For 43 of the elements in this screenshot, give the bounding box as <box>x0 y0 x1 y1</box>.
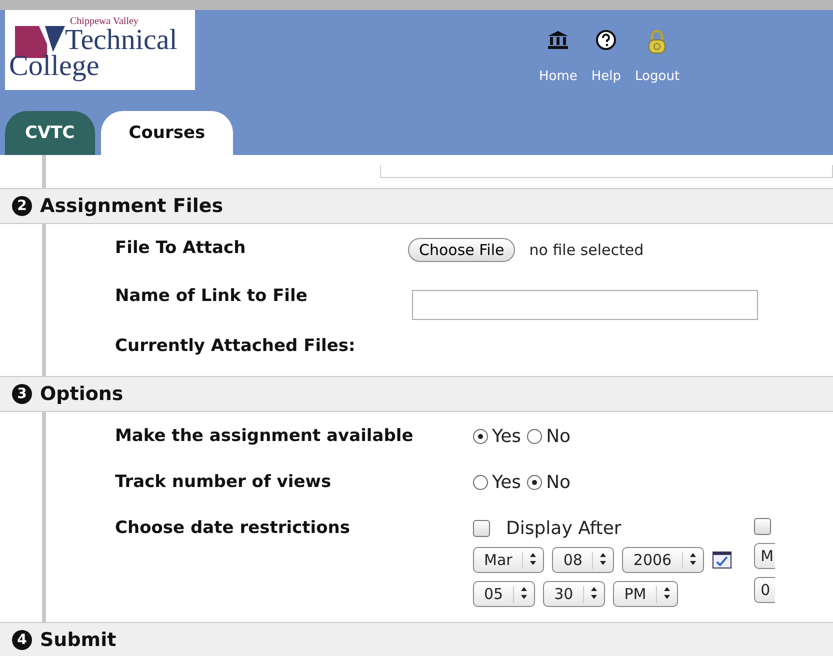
dropdown[interactable]: PM <box>613 581 678 607</box>
choose-file-button[interactable]: Choose File <box>408 238 516 262</box>
stepper-icon <box>520 586 528 600</box>
calendar-icon[interactable] <box>712 551 732 569</box>
dropdown[interactable]: 0 <box>754 577 775 603</box>
dropdown[interactable]: Mar <box>473 547 544 573</box>
step-number: 2 <box>12 196 32 216</box>
radio-option[interactable]: Yes <box>473 472 522 493</box>
dropdown[interactable]: 05 <box>473 581 536 607</box>
field-label: Choose date restrictions <box>115 518 352 538</box>
dropdown[interactable]: M <box>754 543 775 569</box>
stepper-icon <box>590 586 598 600</box>
dropdown[interactable]: 2006 <box>622 547 704 573</box>
section-title: Assignment Files <box>40 195 224 217</box>
tab[interactable]: CVTC <box>5 111 95 155</box>
help-icon <box>596 30 616 50</box>
field-label: Track number of views <box>115 472 332 492</box>
section-title: Options <box>40 383 124 405</box>
dropdown[interactable]: 08 <box>552 547 614 573</box>
stepper-icon <box>688 552 697 566</box>
step-number: 4 <box>12 630 32 650</box>
tab[interactable]: Courses <box>100 111 234 155</box>
input-field[interactable] <box>412 290 758 320</box>
stepper-icon <box>663 586 672 600</box>
field-label: Name of Link to File <box>115 286 308 306</box>
bank-icon <box>547 30 570 50</box>
field-label: Make the assignment available <box>115 426 414 446</box>
stepper-icon <box>599 552 608 566</box>
padlock-icon <box>648 30 666 54</box>
step-number: 3 <box>12 384 32 404</box>
radio-option[interactable]: No <box>527 472 571 493</box>
file-status: no file selected <box>529 241 644 259</box>
field-label: File To Attach <box>115 238 247 258</box>
radio-option[interactable]: No <box>527 426 571 447</box>
section-title: Submit <box>40 629 116 651</box>
stepper-icon <box>529 552 538 566</box>
checkbox[interactable] <box>473 520 490 537</box>
checkbox[interactable] <box>754 518 771 535</box>
field-label: Currently Attached Files: <box>115 336 356 356</box>
radio-option[interactable]: Yes <box>473 426 522 447</box>
college-logo[interactable]: Chippewa Valley Technical College <box>5 10 195 90</box>
dropdown[interactable]: 30 <box>543 581 606 607</box>
checkbox-label: Display After <box>506 518 622 539</box>
